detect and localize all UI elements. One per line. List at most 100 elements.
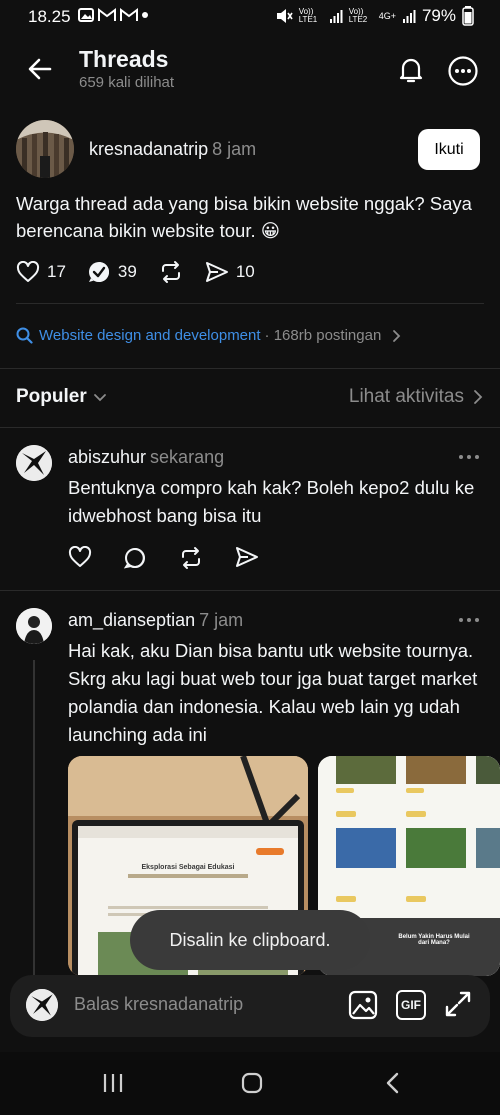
post-actions: 17 39 10 (16, 260, 276, 284)
signal-icon-1 (329, 10, 343, 23)
notification-icons (78, 8, 148, 22)
more-options-button[interactable] (447, 55, 479, 87)
section-divider (0, 427, 500, 428)
reply-text: Bentuknya compro kah kak? Boleh kepo2 du… (68, 477, 475, 526)
post-time: 8 jam (212, 139, 257, 159)
notification-button[interactable] (396, 55, 426, 85)
recent-apps-icon (103, 1074, 123, 1092)
view-activity-link[interactable]: Lihat aktivitas (349, 386, 484, 408)
abstract-logo-icon (26, 989, 58, 1021)
reply-count: 39 (117, 262, 137, 281)
heart-icon[interactable] (68, 546, 92, 568)
abstract-logo-icon (16, 445, 52, 481)
reply-text: Hai kak, aku Dian bisa bantu utk website… (68, 640, 478, 745)
send-icon[interactable] (235, 546, 259, 568)
sort-dropdown[interactable]: Populer (16, 386, 107, 408)
repost-icon[interactable] (178, 546, 204, 570)
section-divider (0, 368, 500, 369)
home-icon (241, 1072, 263, 1094)
share-button[interactable]: 10 (205, 261, 255, 283)
attach-image-button[interactable] (348, 990, 378, 1020)
reply-avatar[interactable] (16, 445, 52, 481)
volte2-label: Vo)) LTE2 (348, 7, 368, 24)
section-divider (0, 590, 500, 591)
repost-icon (161, 261, 180, 283)
clipboard-toast: Disalin ke clipboard. (130, 910, 370, 970)
person-photo-icon (16, 608, 52, 644)
chevron-right-icon (393, 329, 401, 342)
reply-more-button[interactable] (458, 449, 480, 465)
divider (16, 303, 484, 304)
volte1-label: Vo)) LTE1 (298, 7, 318, 24)
heart-icon (16, 261, 40, 282)
topic-post-count: · 168rb postingan (264, 327, 382, 344)
battery-icon (462, 6, 474, 26)
send-icon (205, 262, 228, 282)
view-activity-label: Lihat aktivitas (348, 386, 464, 407)
preview-headline: Eksplorasi Sebagai Edukasi (141, 864, 235, 871)
reply-more-button[interactable] (458, 612, 480, 628)
bell-icon (399, 58, 423, 83)
chevron-down-icon (93, 394, 106, 402)
reply-username[interactable]: abiszuhur (68, 447, 146, 467)
status-time: 18.25 (28, 7, 71, 26)
preview-card-title: Belum Yakin Harus Mulai dari Mana? (398, 934, 470, 946)
search-icon (16, 327, 33, 344)
reply-author[interactable]: am_dianseptian 7 jam (68, 610, 243, 631)
recent-apps-button[interactable] (102, 1072, 124, 1094)
gallery-icon (78, 8, 94, 22)
repost-button[interactable] (158, 260, 184, 284)
chevron-right-icon (474, 390, 483, 404)
mute-icon (276, 9, 293, 23)
reply-button[interactable]: 39 (87, 260, 137, 284)
back-chevron-icon (386, 1072, 399, 1094)
gif-button[interactable]: GIF (396, 990, 426, 1020)
more-dots-icon (459, 618, 479, 622)
view-count: 659 kali dilihat (79, 74, 175, 91)
back-nav-button[interactable] (382, 1071, 404, 1095)
page-title: Threads (79, 46, 169, 72)
reply-author[interactable]: abiszuhur sekarang (68, 447, 224, 468)
comment-icon[interactable] (123, 546, 147, 570)
like-count: 17 (47, 262, 66, 281)
reply-time: sekarang (150, 447, 225, 467)
reply-time: 7 jam (199, 610, 244, 630)
like-button[interactable]: 17 (16, 261, 66, 283)
reply-actions (68, 546, 259, 570)
expand-button[interactable] (444, 990, 472, 1018)
expand-icon (445, 991, 471, 1017)
sort-row: Populer Lihat aktivitas (16, 386, 484, 408)
post-text: Warga thread ada yang bisa bikin website… (16, 193, 472, 241)
network-label: 4G+ (378, 10, 396, 21)
my-avatar (26, 989, 58, 1021)
reply-input[interactable]: Balas kresnadanatrip (74, 994, 243, 1015)
follow-button[interactable]: Ikuti (418, 129, 480, 170)
image-icon (348, 990, 378, 1020)
more-dots-icon (459, 455, 479, 459)
more-circle-icon (448, 56, 478, 86)
post-username[interactable]: kresnadanatrip (89, 139, 208, 159)
gmail-icon (98, 8, 116, 21)
avatar-photo-icon (16, 120, 74, 178)
status-bar: 18.25 Vo)) LTE1 Vo)) LTE2 4G+ 79% (0, 0, 500, 34)
signal-icon-2 (402, 10, 416, 23)
reply-username[interactable]: am_dianseptian (68, 610, 195, 630)
battery-percent: 79% (421, 6, 456, 25)
topic-tag[interactable]: Website design and development · 168rb p… (16, 327, 403, 344)
reply-avatar[interactable] (16, 608, 52, 644)
status-right: Vo)) LTE1 Vo)) LTE2 4G+ 79% (275, 6, 474, 26)
share-count: 10 (235, 262, 255, 281)
thread-line (33, 660, 35, 980)
topic-name[interactable]: Website design and development (39, 327, 261, 344)
home-button[interactable] (240, 1071, 264, 1095)
system-navigation-bar (0, 1052, 500, 1115)
sort-label: Populer (16, 386, 87, 407)
replied-check-icon (88, 262, 109, 282)
gmail-icon-2 (120, 8, 138, 21)
back-button[interactable] (26, 55, 54, 83)
arrow-left-icon (28, 58, 52, 80)
dot-icon (142, 12, 148, 18)
post-author-avatar[interactable] (16, 120, 74, 178)
gif-label: GIF (401, 998, 421, 1012)
post-author[interactable]: kresnadanatrip 8 jam (89, 139, 256, 160)
